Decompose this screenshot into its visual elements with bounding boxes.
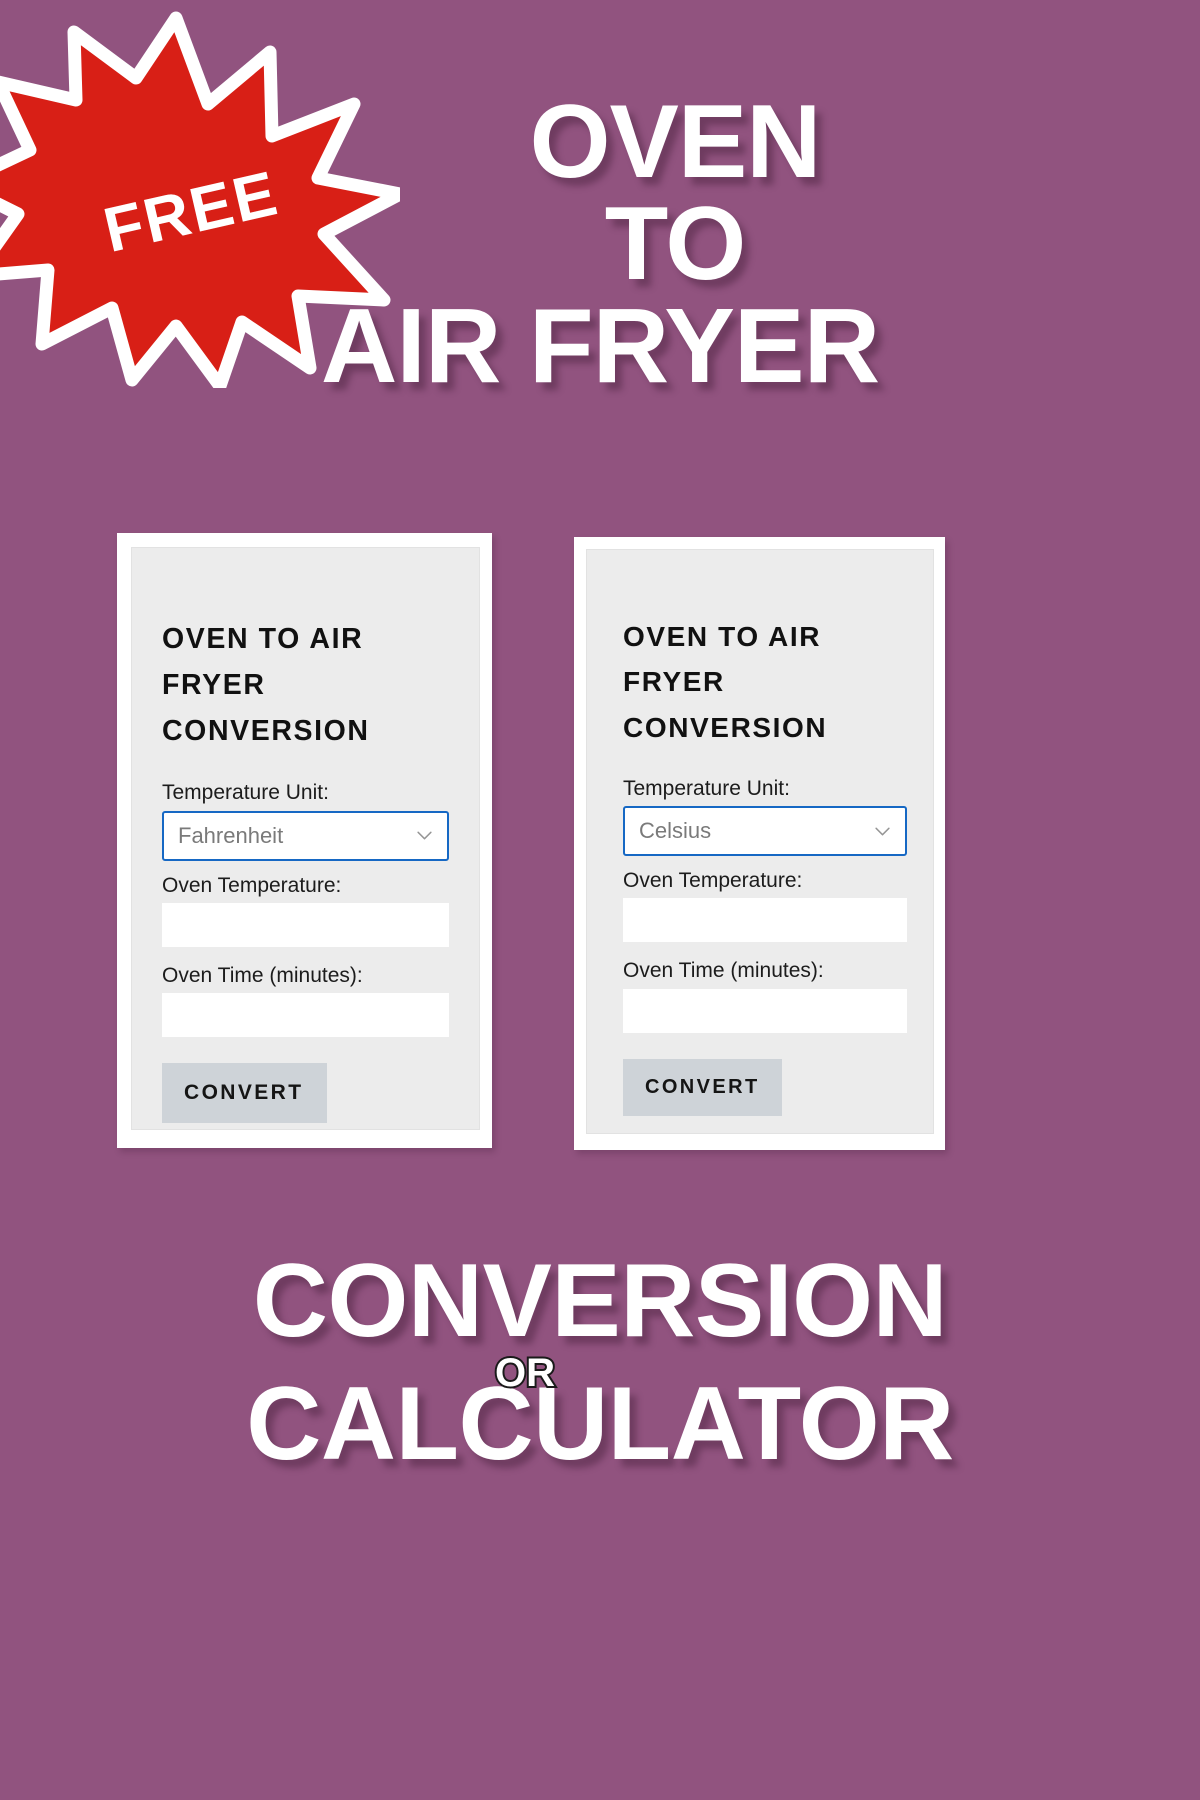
oven-time-input[interactable] xyxy=(162,993,449,1038)
or-separator: OR xyxy=(493,1349,557,1397)
temperature-unit-select[interactable]: Fahrenheit xyxy=(162,810,449,861)
oven-temperature-label: Oven Temperature: xyxy=(162,873,342,897)
chevron-down-icon xyxy=(416,827,433,844)
convert-button[interactable]: CONVERT xyxy=(623,1058,782,1116)
oven-time-input[interactable] xyxy=(623,988,907,1033)
oven-time-label: Oven Time (minutes): xyxy=(162,963,363,987)
oven-temperature-input[interactable] xyxy=(162,902,449,947)
card-surface: OVEN TO AIR FRYER CONVERSION Temperature… xyxy=(131,547,480,1130)
oven-temperature-label: Oven Temperature: xyxy=(623,869,803,893)
card-title: OVEN TO AIR FRYER CONVERSION xyxy=(623,621,828,743)
free-badge-label: FREE xyxy=(97,158,285,266)
free-badge: FREE xyxy=(0,8,400,388)
hero-section: OVEN TO AIR FRYER FREE xyxy=(0,0,1200,520)
forms-row: OVEN TO AIR FRYER CONVERSION Temperature… xyxy=(0,533,1200,1397)
temperature-unit-value: Celsius xyxy=(639,818,712,844)
card-body: OVEN TO AIR FRYER CONVERSION Temperature… xyxy=(132,548,479,1124)
convert-button[interactable]: CONVERT xyxy=(162,1063,328,1124)
footer-title-line-2: CALCULATOR xyxy=(246,1365,954,1482)
card-surface: OVEN TO AIR FRYER CONVERSION Temperature… xyxy=(586,549,934,1134)
card-body: OVEN TO AIR FRYER CONVERSION Temperature… xyxy=(587,550,933,1116)
temperature-unit-label: Temperature Unit: xyxy=(162,781,329,805)
footer-title: CONVERSION CALCULATOR xyxy=(0,1240,1200,1485)
chevron-down-icon xyxy=(874,823,891,840)
footer-title-line-1: CONVERSION xyxy=(252,1243,948,1359)
fahrenheit-converter-card: OVEN TO AIR FRYER CONVERSION Temperature… xyxy=(117,533,492,1148)
oven-temperature-input[interactable] xyxy=(623,898,907,943)
card-title: OVEN TO AIR FRYER CONVERSION xyxy=(162,623,370,748)
celsius-converter-card: OVEN TO AIR FRYER CONVERSION Temperature… xyxy=(574,537,945,1150)
free-badge-label-wrap: FREE xyxy=(0,8,400,388)
oven-time-label: Oven Time (minutes): xyxy=(623,959,824,983)
temperature-unit-value: Fahrenheit xyxy=(178,822,284,848)
temperature-unit-label: Temperature Unit: xyxy=(623,777,790,801)
temperature-unit-select[interactable]: Celsius xyxy=(623,806,907,857)
